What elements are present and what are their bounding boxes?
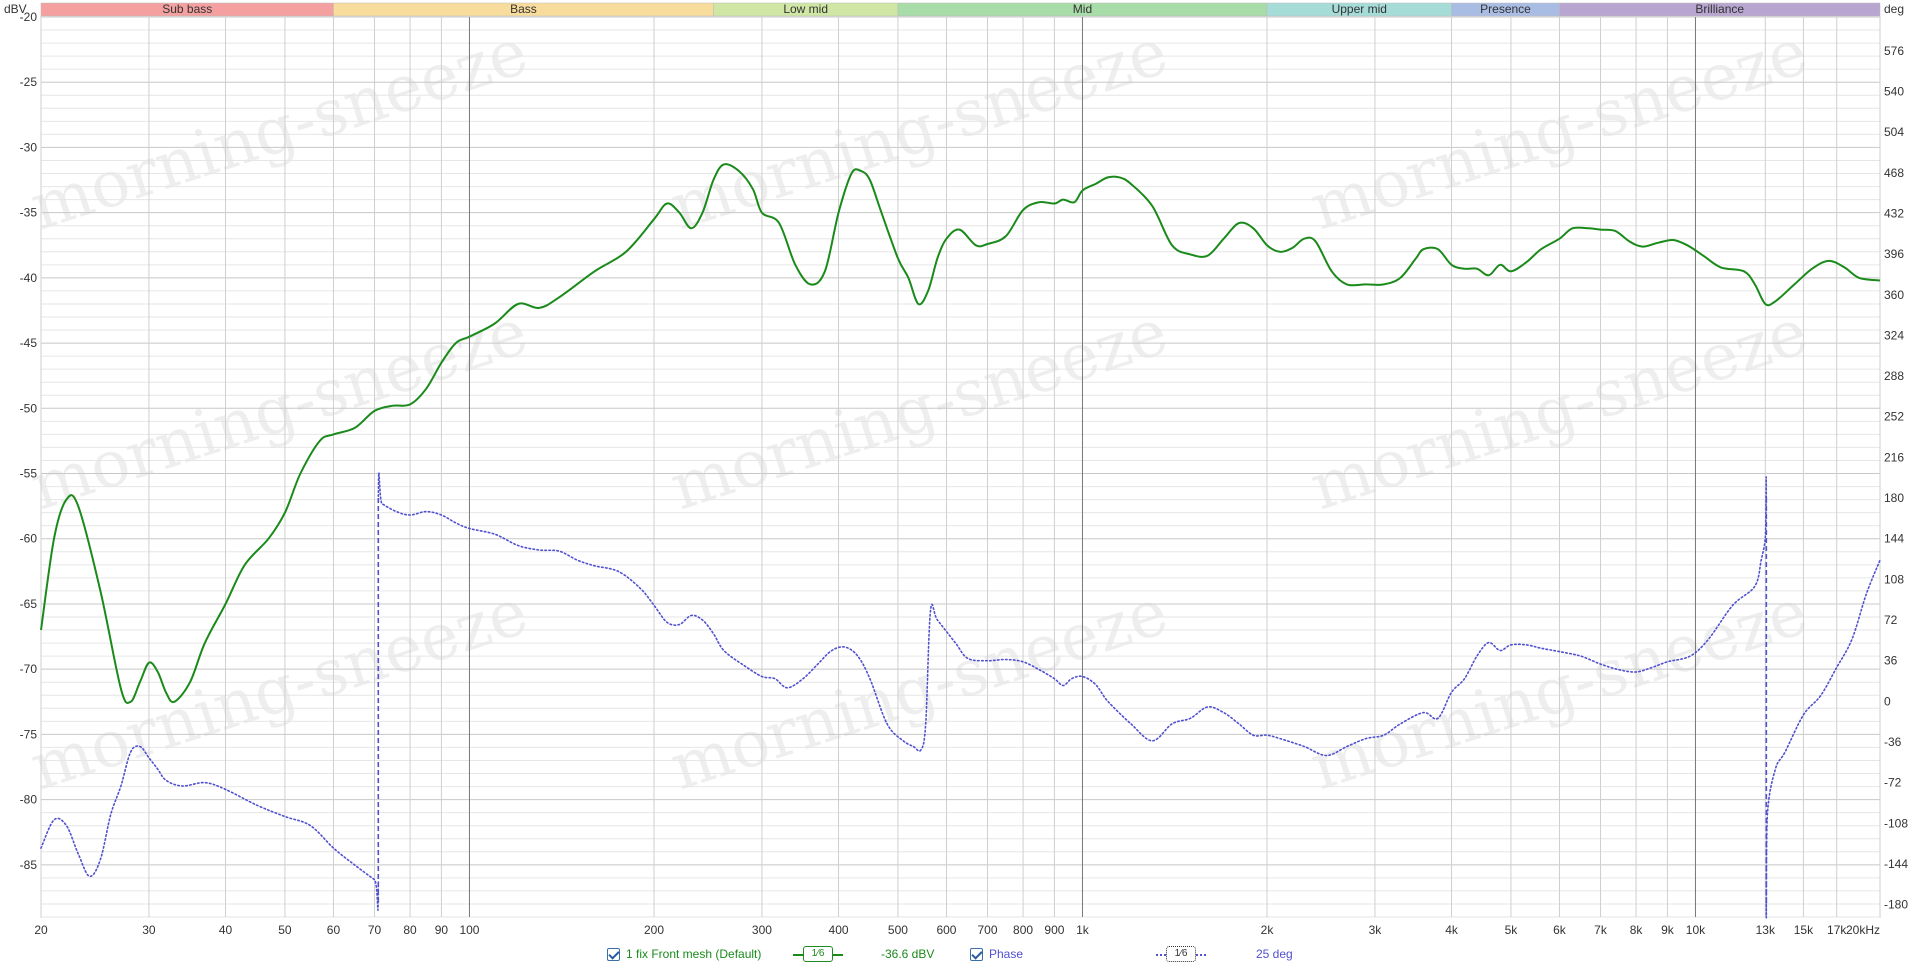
band-label: Brilliance: [1695, 2, 1744, 16]
y-tick-label: -75: [20, 727, 38, 741]
series1-line-swatch-end: [833, 954, 843, 956]
x-tick-label: 70: [368, 923, 382, 937]
x-tick-label: 400: [829, 923, 849, 937]
series2-value: 25 deg: [1256, 947, 1293, 961]
band-label: Low mid: [783, 2, 828, 16]
y2-tick-label: 396: [1884, 247, 1904, 261]
y2-tick-label: 360: [1884, 288, 1904, 302]
y-tick-label: -70: [20, 662, 38, 676]
series2-line-swatch-end: [1196, 954, 1206, 956]
band-label: Mid: [1073, 2, 1092, 16]
watermark-text: morning-sneeze: [662, 15, 1176, 245]
y2-tick-label: 108: [1884, 572, 1904, 586]
right-axis-unit: deg: [1884, 2, 1904, 16]
x-tick-label: 17k: [1827, 923, 1847, 937]
y-tick-label: -80: [20, 793, 38, 807]
y-tick-label: -30: [20, 140, 38, 154]
y-tick-label: -25: [20, 75, 38, 89]
x-tick-label: 800: [1013, 923, 1033, 937]
y2-tick-label: 36: [1884, 654, 1898, 668]
series2-smoothing-button[interactable]: 1⁄6: [1166, 946, 1196, 962]
x-tick-label: 600: [936, 923, 956, 937]
y2-tick-label: -144: [1884, 857, 1908, 871]
x-tick-label: 500: [888, 923, 908, 937]
x-tick-label: 900: [1044, 923, 1064, 937]
y2-tick-label: -180: [1884, 898, 1908, 912]
y2-tick-label: 180: [1884, 491, 1904, 505]
y-tick-label: -40: [20, 271, 38, 285]
x-tick-label: 4k: [1445, 923, 1459, 937]
y-tick-label: -55: [20, 467, 38, 481]
frequency-response-chart[interactable]: morning-sneeze morning-sneeze morning-snee…: [0, 0, 1920, 969]
watermark-text: morning-sneeze: [22, 575, 536, 805]
y2-tick-label: -36: [1884, 735, 1902, 749]
y-tick-label: -65: [20, 597, 38, 611]
watermark-layer: morning-sneeze morning-sneeze morning-snee…: [22, 15, 1816, 805]
x-tick-label: 1k: [1076, 923, 1090, 937]
x-tick-label: 6k: [1553, 923, 1567, 937]
x-tick-label: 50: [278, 923, 292, 937]
x-tick-label: 13k: [1756, 923, 1776, 937]
y2-tick-label: 432: [1884, 206, 1904, 220]
y2-tick-label: 324: [1884, 328, 1904, 342]
x-tick-label: 5k: [1505, 923, 1519, 937]
y2-tick-label: -108: [1884, 816, 1908, 830]
x-tick-label: 2k: [1261, 923, 1275, 937]
series1-line-swatch: [793, 954, 803, 956]
x-tick-label: 40: [219, 923, 233, 937]
y2-tick-label: 216: [1884, 450, 1904, 464]
x-tick-label: 15k: [1794, 923, 1814, 937]
x-tick-label: 100: [459, 923, 479, 937]
series1-value: -36.6 dBV: [881, 947, 935, 961]
y2-tick-label: 252: [1884, 410, 1904, 424]
left-axis-unit: dBV: [4, 2, 27, 16]
y2-tick-label: -72: [1884, 776, 1902, 790]
y-tick-label: -35: [20, 206, 38, 220]
y2-tick-label: 468: [1884, 166, 1904, 180]
x-tick-label: 10k: [1686, 923, 1706, 937]
series1-checkbox[interactable]: [607, 948, 620, 961]
band-label: Sub bass: [162, 2, 212, 16]
series-layer: [40, 163, 1881, 919]
y-tick-label: -45: [20, 336, 38, 350]
frequency-band-bar: Sub bass Bass Low mid Mid Upper mid Presence B…: [40, 2, 1881, 17]
x-tick-label: 8k: [1630, 923, 1644, 937]
series2-checkbox[interactable]: [970, 948, 983, 961]
band-label: Bass: [510, 2, 537, 16]
watermark-text: morning-sneeze: [22, 15, 536, 245]
band-label: Upper mid: [1332, 2, 1387, 16]
x-tick-label: 9k: [1661, 923, 1675, 937]
x-tick-label: 90: [435, 923, 449, 937]
y-tick-label: -60: [20, 532, 38, 546]
x-tick-label: 20kHz: [1846, 923, 1880, 937]
y-tick-label: -50: [20, 401, 38, 415]
x-tick-label: 80: [403, 923, 417, 937]
series1-label: 1 fix Front mesh (Default): [626, 947, 762, 961]
x-tick-label: 7k: [1594, 923, 1608, 937]
x-tick-label: 700: [977, 923, 997, 937]
band-label: Presence: [1480, 2, 1531, 16]
y2-tick-label: 576: [1884, 44, 1904, 58]
series2-label: Phase: [989, 947, 1024, 961]
y2-tick-label: 0: [1884, 694, 1891, 708]
x-tick-label: 60: [327, 923, 341, 937]
y2-tick-label: 540: [1884, 85, 1904, 99]
y2-tick-label: 144: [1884, 532, 1904, 546]
y2-tick-label: 72: [1884, 613, 1898, 627]
series2-line-swatch: [1156, 954, 1166, 956]
y-tick-label: -85: [20, 858, 38, 872]
series1-smoothing-button[interactable]: 1⁄6: [803, 946, 833, 962]
x-tick-label: 3k: [1369, 923, 1383, 937]
x-tick-label: 200: [644, 923, 664, 937]
x-tick-label: 30: [142, 923, 156, 937]
legend-bar: 1 fix Front mesh (Default) 1⁄6 -36.6 dBV…: [0, 944, 1920, 966]
y2-tick-label: 288: [1884, 369, 1904, 383]
x-tick-label: 20: [34, 923, 48, 937]
x-tick-label: 300: [752, 923, 772, 937]
y2-tick-label: 504: [1884, 125, 1904, 139]
